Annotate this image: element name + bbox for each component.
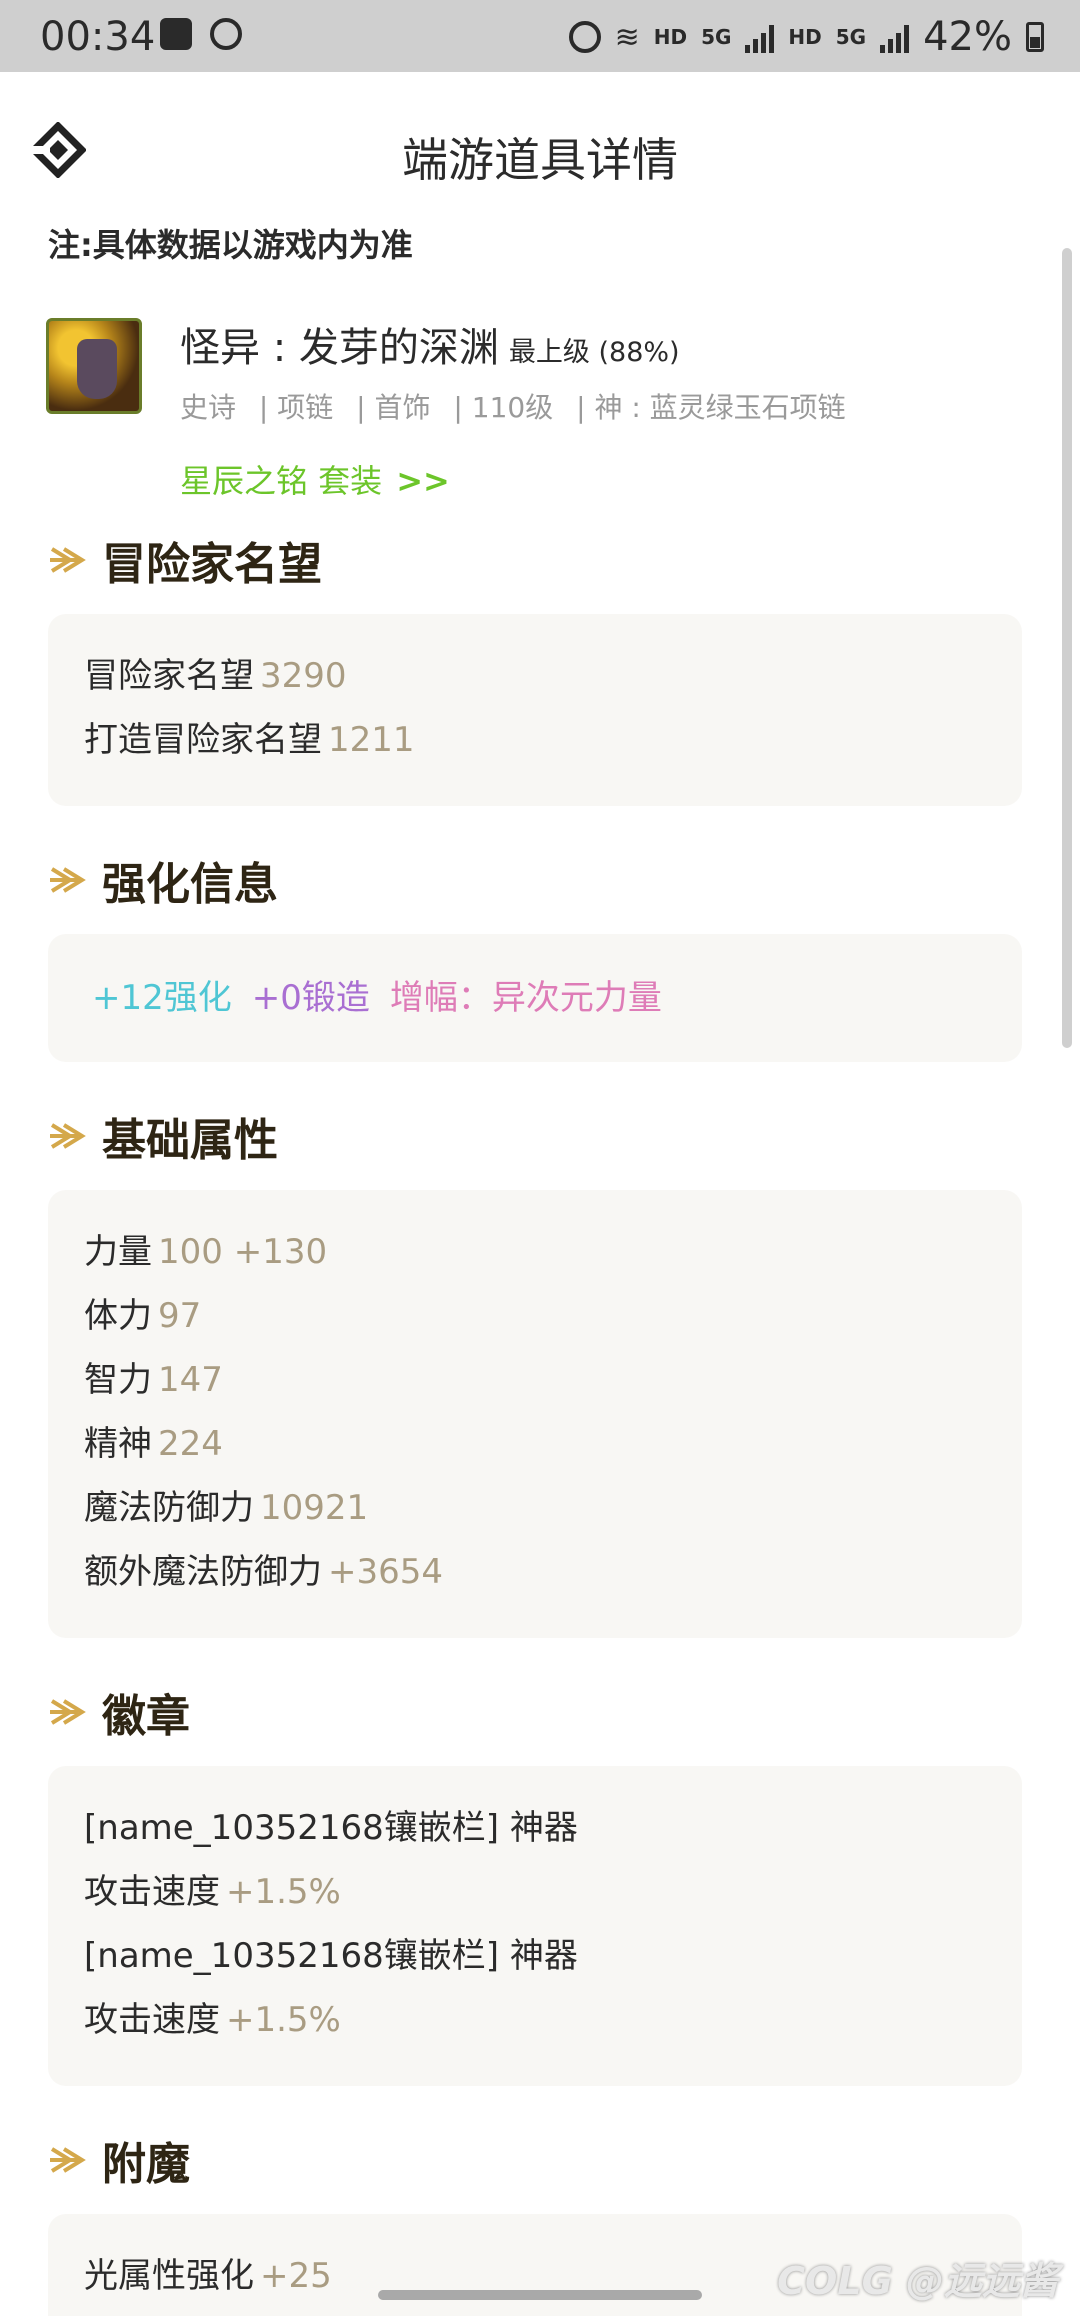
stat-label: 打造冒险家名望 (84, 720, 322, 760)
stat-row: [name_10352168镶嵌栏] 神器 (84, 1796, 986, 1860)
status-left-icons (160, 18, 242, 50)
section-title: 强化信息 (102, 859, 278, 910)
stat-row: 力量 100 +130 (84, 1220, 986, 1284)
disclaimer-notice: 注:具体数据以游戏内为准 (48, 226, 413, 264)
stat-label: 魔法防御力 (84, 1488, 254, 1528)
scrollbar[interactable] (1062, 248, 1072, 1048)
network-label-3: HD (788, 25, 822, 49)
signal-icon-2 (880, 21, 910, 53)
stat-row: 攻击速度 +1.5% (84, 1860, 986, 1924)
stat-row: 智力 147 (84, 1348, 986, 1412)
stat-label: 冒险家名望 (84, 656, 254, 696)
stat-row: 体力 97 (84, 1284, 986, 1348)
stat-row: 冒险家名望 3290 (84, 644, 986, 708)
reinforce-level: +12强化 (92, 978, 232, 1018)
stat-label: 额外魔法防御力 (84, 1552, 322, 1592)
stat-value: +3654 (328, 1552, 444, 1592)
home-indicator[interactable] (378, 2290, 702, 2300)
stat-row: 打造冒险家名望 1211 (84, 708, 986, 772)
stat-value: 147 (158, 1360, 223, 1400)
network-label-4: 5G (835, 25, 867, 49)
status-time: 00:34 (40, 14, 156, 60)
watermark: COLG @远远酱 (777, 2259, 1058, 2303)
section-title: 附魔 (102, 2139, 190, 2190)
stat-label: 智力 (84, 1360, 152, 1400)
signal-icon (745, 21, 775, 53)
sync-icon (210, 18, 242, 50)
item-icon (46, 318, 142, 414)
section-header-reputation: 冒险家名望 (48, 528, 322, 592)
stat-label: 体力 (84, 1296, 152, 1336)
stat-value: +1.5% (226, 1872, 341, 1912)
tag-origin: | 神 : 蓝灵绿玉石项链 (576, 391, 846, 424)
stat-label: 光属性强化 (84, 2256, 254, 2296)
battery-icon (1026, 22, 1044, 52)
set-link-arrow: >> (396, 462, 450, 500)
stat-label: 精神 (84, 1424, 152, 1464)
forge-level: +0锻造 (251, 978, 370, 1018)
amplify-info: 增幅：异次元力量 (389, 978, 662, 1018)
stat-value: 3290 (260, 656, 347, 696)
stat-value: +1.5% (226, 2000, 341, 2040)
enhance-card: +12强化 +0锻造 增幅：异次元力量 (48, 934, 1022, 1062)
enhance-row: +12强化 +0锻造 增幅：异次元力量 (84, 966, 986, 1030)
stat-value: 10921 (260, 1488, 369, 1528)
tag-type: | 项链 (258, 391, 334, 424)
tag-rarity: 史诗 (180, 391, 237, 424)
reputation-card: 冒险家名望 3290 打造冒险家名望 1211 (48, 614, 1022, 806)
section-header-emblem: 徽章 (48, 1680, 190, 1744)
section-arrow-icon (50, 867, 86, 893)
page-title: 端游道具详情 (402, 133, 678, 187)
stat-row: 精神 224 (84, 1412, 986, 1476)
stat-label: 攻击速度 (84, 1872, 220, 1912)
section-title: 徽章 (102, 1691, 190, 1742)
section-arrow-icon (50, 2147, 86, 2173)
app-header: 端游道具详情 (0, 72, 1080, 222)
tag-category: | 首饰 (356, 391, 431, 424)
tag-level: | 110级 (453, 391, 554, 424)
gallery-icon (160, 18, 192, 50)
alarm-icon (568, 21, 601, 53)
stat-value: 97 (158, 1296, 202, 1336)
section-arrow-icon (50, 1699, 86, 1725)
section-arrow-icon (50, 1123, 86, 1149)
stat-row: [name_10352168镶嵌栏] 神器 (84, 1924, 986, 1988)
status-right-icons: ≋ HD 5G HD 5G 42% (568, 14, 1044, 60)
section-arrow-icon (50, 547, 86, 573)
item-name: 怪异 : 发芽的深渊 (180, 325, 499, 371)
stat-row: 额外魔法防御力 +3654 (84, 1540, 986, 1604)
stat-label: 攻击速度 (84, 2000, 220, 2040)
section-title: 基础属性 (102, 1115, 278, 1166)
stat-row: 攻击速度 +1.5% (84, 1988, 986, 2052)
network-label-1: HD (653, 25, 688, 49)
stat-label: [name_10352168镶嵌栏] 神器 (84, 1936, 578, 1976)
set-link-label: 星辰之铭 套装 (180, 462, 383, 500)
status-bar: 00:34 ≋ HD 5G HD 5G 42% (0, 0, 1080, 72)
network-label-2: 5G (701, 25, 732, 49)
wifi-icon: ≋ (614, 19, 640, 55)
item-grade: 最上级 (88%) (508, 337, 680, 368)
section-header-enchant: 附魔 (48, 2128, 190, 2192)
stat-row: 魔法防御力 10921 (84, 1476, 986, 1540)
section-header-enhance: 强化信息 (48, 848, 278, 912)
section-title: 冒险家名望 (102, 539, 322, 590)
item-title: 怪异 : 发芽的深渊 最上级 (88%) (180, 315, 680, 373)
stat-label: 力量 (84, 1232, 152, 1272)
stat-value: 1211 (328, 720, 415, 760)
set-link[interactable]: 星辰之铭 套装 >> (180, 456, 450, 502)
stat-value: 100 +130 (158, 1232, 328, 1272)
stat-value: 224 (158, 1424, 223, 1464)
base-attributes-card: 力量 100 +130 体力 97 智力 147 精神 224 魔法防御力 10921 额… (48, 1190, 1022, 1638)
stat-label: [name_10352168镶嵌栏] 神器 (84, 1808, 578, 1848)
stat-value: +25 (260, 2256, 332, 2296)
section-header-base: 基础属性 (48, 1104, 278, 1168)
item-tags: 史诗 | 项链 | 首饰 | 110级 | 神 : 蓝灵绿玉石项链 (180, 386, 860, 426)
emblem-card: [name_10352168镶嵌栏] 神器 攻击速度 +1.5% [name_10… (48, 1766, 1022, 2086)
battery-percent: 42% (923, 14, 1012, 60)
